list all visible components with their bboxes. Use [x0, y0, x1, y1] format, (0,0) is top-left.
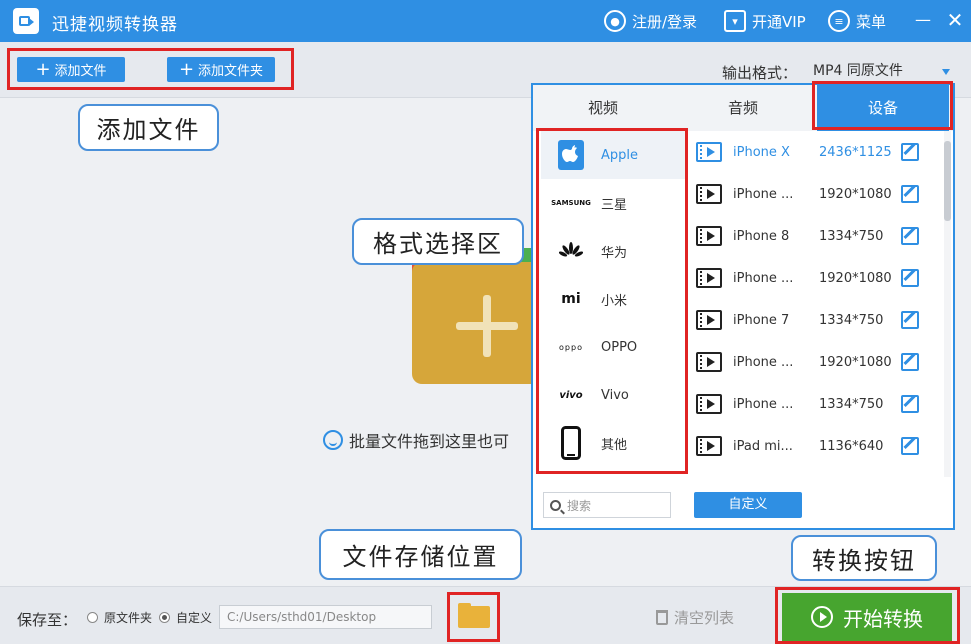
device-list-scrollbar[interactable]: [944, 131, 951, 477]
device-name: iPhone 7: [733, 312, 790, 328]
device-row[interactable]: iPhone ... 1920*1080: [693, 341, 943, 383]
menu-label: 菜单: [856, 12, 887, 31]
device-row[interactable]: iPhone X 2436*1125: [693, 131, 943, 173]
close-button[interactable]: ✕: [945, 9, 965, 31]
edit-icon[interactable]: [901, 311, 919, 329]
video-file-icon: [696, 184, 722, 204]
scrollbar-thumb[interactable]: [944, 141, 951, 221]
search-placeholder: 搜索: [567, 498, 592, 513]
tab-video[interactable]: 视频: [533, 85, 673, 131]
edit-icon[interactable]: [901, 143, 919, 161]
edit-icon[interactable]: [901, 227, 919, 245]
smile-icon: [323, 430, 343, 450]
device-list: iPhone X 2436*1125 iPhone ... 1920*1080 …: [693, 131, 943, 477]
edit-icon[interactable]: [901, 269, 919, 287]
clear-list-label: 清空列表: [674, 609, 735, 627]
device-resolution: 1920*1080: [819, 186, 892, 202]
user-icon: ●: [604, 10, 626, 32]
device-row[interactable]: iPad mi... 1136*640: [693, 425, 943, 467]
device-resolution: 1334*750: [819, 312, 884, 328]
callout-convert-button: 转换按钮: [791, 535, 937, 581]
video-file-icon: [696, 352, 722, 372]
device-resolution: 1920*1080: [819, 270, 892, 286]
device-row[interactable]: iPhone 7 1334*750: [693, 299, 943, 341]
annotation-box-brand-list: [536, 128, 688, 474]
device-resolution: 1334*750: [819, 228, 884, 244]
annotation-box-device-tab: [812, 81, 953, 130]
video-file-icon: [696, 436, 722, 456]
radio-custom[interactable]: [159, 612, 170, 623]
drop-hint-text: 批量文件拖到这里也可: [349, 432, 510, 451]
register-login-button[interactable]: ● 注册/登录: [604, 9, 697, 33]
device-name: iPhone ...: [733, 270, 794, 286]
radio-original-folder-label: 原文件夹: [104, 611, 153, 625]
device-row[interactable]: iPhone 8 1334*750: [693, 215, 943, 257]
annotation-box-folder: [447, 592, 500, 642]
vip-button[interactable]: ▾ 开通VIP: [724, 9, 806, 33]
annotation-box-add: [7, 48, 294, 90]
search-icon: [550, 499, 561, 511]
video-file-icon: [696, 268, 722, 288]
video-file-icon: [696, 142, 722, 162]
video-file-icon: [696, 310, 722, 330]
annotation-box-start: [775, 587, 960, 644]
cart-icon: ▾: [724, 10, 746, 32]
device-resolution: 1136*640: [819, 438, 884, 454]
folder-plus-icon-vertical: [483, 295, 491, 357]
device-resolution: 1334*750: [819, 396, 884, 412]
device-name: iPhone X: [733, 144, 790, 160]
clear-list-button[interactable]: 清空列表: [656, 607, 734, 628]
vip-label: 开通VIP: [752, 12, 806, 31]
output-format-label: 输出格式：: [722, 64, 798, 82]
menu-button[interactable]: ≡ 菜单: [828, 9, 886, 33]
save-to-label: 保存至：: [17, 611, 78, 629]
radio-original-folder[interactable]: [87, 612, 98, 623]
app-logo: [13, 8, 39, 34]
minimize-button[interactable]: —: [913, 9, 933, 31]
trash-icon: [656, 610, 668, 625]
edit-icon[interactable]: [901, 185, 919, 203]
device-resolution: 2436*1125: [819, 144, 892, 160]
custom-format-button[interactable]: 自定义: [694, 492, 802, 518]
device-name: iPhone 8: [733, 228, 790, 244]
callout-storage-location: 文件存储位置: [319, 529, 522, 580]
video-file-icon: [696, 226, 722, 246]
brand-search-input[interactable]: 搜索: [543, 492, 671, 518]
edit-icon[interactable]: [901, 437, 919, 455]
device-name: iPhone ...: [733, 186, 794, 202]
device-resolution: 1920*1080: [819, 354, 892, 370]
device-row[interactable]: iPhone ... 1920*1080: [693, 257, 943, 299]
title-bar: 迅捷视频转换器 ● 注册/登录 ▾ 开通VIP ≡ 菜单 — ✕: [0, 0, 971, 42]
tab-audio[interactable]: 音频: [673, 85, 813, 131]
callout-add-file: 添加文件: [78, 104, 219, 151]
device-name: iPhone ...: [733, 354, 794, 370]
output-path-field[interactable]: C:/Users/sthd01/Desktop: [219, 605, 432, 629]
device-name: iPhone ...: [733, 396, 794, 412]
callout-format-area: 格式选择区: [352, 218, 524, 265]
register-login-label: 注册/登录: [632, 12, 698, 31]
video-file-icon: [696, 394, 722, 414]
edit-icon[interactable]: [901, 395, 919, 413]
device-name: iPad mi...: [733, 438, 793, 454]
app-title: 迅捷视频转换器: [52, 15, 178, 35]
drop-hint: 批量文件拖到这里也可: [323, 428, 509, 452]
output-format-value: MP4 同原文件: [813, 63, 903, 79]
device-row[interactable]: iPhone ... 1334*750: [693, 383, 943, 425]
layers-icon: ≡: [828, 10, 850, 32]
radio-custom-label: 自定义: [176, 611, 213, 625]
edit-icon[interactable]: [901, 353, 919, 371]
device-row[interactable]: iPhone ... 1920*1080: [693, 173, 943, 215]
chevron-down-icon: [942, 69, 950, 75]
